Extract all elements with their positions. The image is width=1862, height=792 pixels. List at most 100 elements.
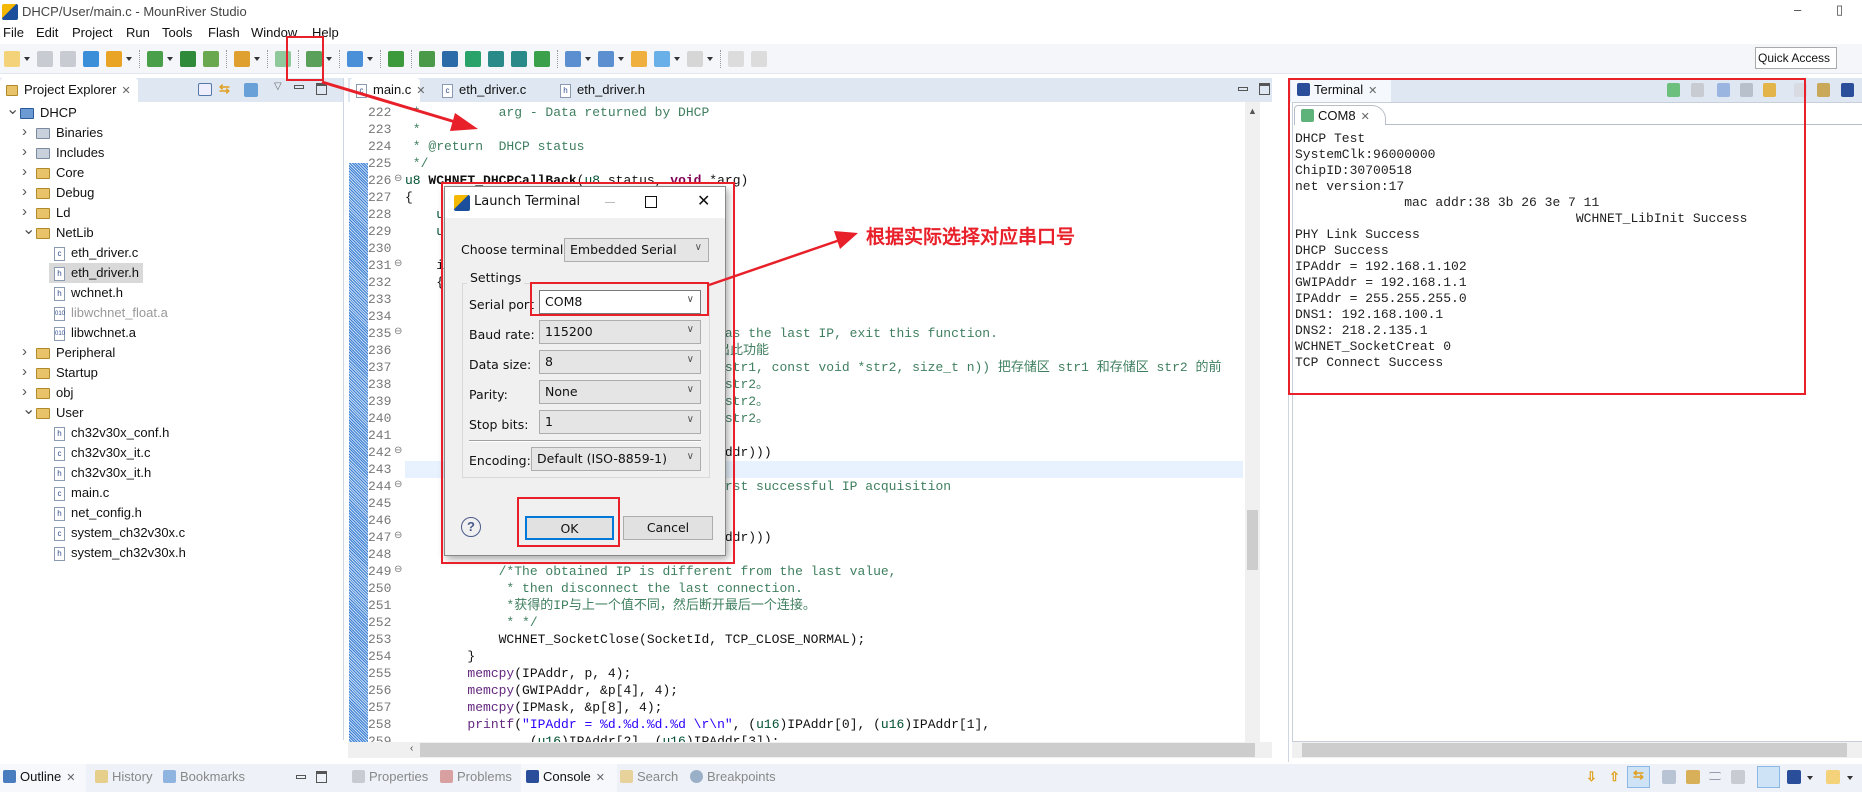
flash-icon[interactable] [234, 50, 250, 67]
tree-item-includes[interactable]: Includes [36, 143, 104, 163]
tree-item-binaries[interactable]: Binaries [36, 123, 103, 143]
chevron-right-icon[interactable]: › [22, 183, 27, 200]
fold-toggle-icon[interactable]: ⊖ [394, 258, 402, 269]
close-icon[interactable]: ✕ [1368, 85, 1377, 97]
view-menu-icon[interactable]: ▽ [274, 81, 282, 92]
chevron-down-icon[interactable]: ⌄ [6, 99, 19, 119]
project-icon[interactable] [83, 50, 99, 67]
layers-icon[interactable] [203, 50, 219, 67]
dialog-maximize-button[interactable] [645, 196, 657, 208]
tree-item-libwchnet-float-a[interactable]: 010 libwchnet_float.a [54, 303, 168, 323]
link-editor-icon[interactable]: ⇆ [219, 81, 230, 97]
build-config-icon[interactable] [106, 50, 122, 67]
debug-bug-icon[interactable] [306, 50, 322, 67]
tab-main-c[interactable]: c main.c ✕ [350, 78, 426, 102]
pin-right-icon[interactable] [751, 50, 767, 67]
minimize-view-icon[interactable] [294, 85, 304, 89]
minimize-editor-icon[interactable] [1238, 87, 1248, 91]
tree-item-eth-driver-c[interactable]: c eth_driver.c [54, 243, 138, 263]
close-icon[interactable]: ✕ [416, 85, 425, 97]
dropdown-icon[interactable] [707, 56, 713, 61]
tree-item-main-c[interactable]: c main.c [54, 483, 109, 503]
dropdown-icon[interactable] [326, 56, 332, 61]
word-wrap-icon[interactable] [1709, 772, 1721, 780]
collapse-all-icon[interactable] [198, 83, 212, 96]
dropdown-icon[interactable] [24, 56, 30, 61]
editor-horizontal-scrollbar[interactable]: ‹ [348, 742, 1272, 758]
close-icon[interactable]: ✕ [596, 772, 605, 784]
dropdown-icon[interactable] [167, 56, 173, 61]
chevron-right-icon[interactable]: › [22, 203, 27, 220]
chevron-right-icon[interactable]: › [22, 143, 27, 160]
dropdown-icon[interactable] [1807, 776, 1813, 780]
dropdown-icon[interactable] [674, 56, 680, 61]
scroll-up-icon[interactable]: ⇧ [1609, 769, 1620, 785]
tree-item-debug[interactable]: Debug [36, 183, 94, 203]
help-file-icon[interactable] [419, 50, 435, 67]
scrollbar-thumb[interactable] [1247, 510, 1258, 570]
search-icon[interactable] [347, 50, 363, 67]
minimize-view-icon[interactable] [296, 775, 306, 779]
maximize-view-icon[interactable] [316, 771, 327, 783]
terminal-output[interactable]: DHCP Test SystemClk:96000000 ChipID:307005… [1290, 127, 1860, 742]
chevron-right-icon[interactable]: › [22, 363, 27, 380]
open-console-icon[interactable] [1826, 770, 1840, 784]
tree-item-libwchnet-a[interactable]: 010 libwchnet.a [54, 323, 136, 343]
chevron-right-icon[interactable]: › [22, 163, 27, 180]
tree-item-dhcp[interactable]: DHCP [20, 103, 77, 123]
open-terminal-icon[interactable] [1667, 83, 1680, 97]
chevron-down-icon[interactable]: ⌄ [22, 399, 35, 419]
chevron-down-icon[interactable]: ⌄ [22, 219, 35, 239]
serial-port-select[interactable]: COM8 ∨ [539, 290, 701, 314]
tab-outline[interactable]: Outline ✕ [3, 769, 75, 784]
parity-select[interactable]: None ∨ [539, 380, 701, 404]
baud-rate-select[interactable]: 115200 ∨ [539, 320, 701, 344]
menu-edit[interactable]: Edit [36, 25, 58, 40]
tab-terminal[interactable]: Terminal ✕ [1291, 78, 1391, 102]
menu-flash[interactable]: Flash [208, 25, 240, 40]
prev-annotation-icon[interactable] [598, 50, 614, 67]
indent-right-icon[interactable] [488, 50, 504, 67]
minimize-button[interactable]: – [1794, 2, 1801, 17]
close-icon[interactable]: ✕ [1361, 111, 1370, 123]
copy-icon[interactable] [1794, 83, 1807, 97]
dropdown-icon[interactable] [367, 56, 373, 61]
tree-item-eth-driver-h[interactable]: h eth_driver.h [49, 263, 143, 283]
build-all-icon[interactable] [180, 50, 196, 67]
paste-icon[interactable] [1817, 83, 1830, 97]
tab-eth-driver-h[interactable]: h eth_driver.h [554, 78, 651, 102]
h-scrollbar-thumb[interactable] [420, 743, 1255, 757]
indent-left-icon[interactable] [511, 50, 527, 67]
fold-toggle-icon[interactable]: ⊖ [394, 173, 402, 184]
tree-item-system-ch32v30x-c[interactable]: c system_ch32v30x.c [54, 523, 185, 543]
disconnect-icon[interactable] [1691, 83, 1704, 97]
display-console-icon[interactable] [1787, 770, 1801, 784]
tab-search[interactable]: Search [620, 769, 678, 784]
dropdown-icon[interactable] [126, 56, 132, 61]
tree-item-wchnet-h[interactable]: h wchnet.h [54, 283, 123, 303]
close-icon[interactable]: ✕ [66, 772, 75, 784]
pin-console-icon[interactable] [1757, 766, 1780, 788]
scroll-lock-icon[interactable] [1717, 83, 1730, 97]
tree-item-startup[interactable]: Startup [36, 363, 98, 383]
save-icon[interactable] [37, 50, 53, 67]
tab-history[interactable]: History [95, 769, 152, 784]
ok-button[interactable]: OK [525, 516, 614, 540]
terminal-horizontal-scrollbar[interactable] [1292, 742, 1862, 758]
fold-toggle-icon[interactable]: ⊖ [394, 326, 402, 337]
tree-item-peripheral[interactable]: Peripheral [36, 343, 115, 363]
tab-eth-driver-c[interactable]: c eth_driver.c [436, 78, 532, 102]
chevron-right-icon[interactable]: › [22, 343, 27, 360]
clear-terminal-icon[interactable] [1740, 83, 1753, 97]
save-console-icon[interactable] [1662, 770, 1676, 784]
console-icon[interactable] [442, 50, 458, 67]
menu-run[interactable]: Run [126, 25, 150, 40]
cancel-button[interactable]: Cancel [623, 516, 713, 540]
data-size-select[interactable]: 8 ∨ [539, 350, 701, 374]
tab-console[interactable]: Console ✕ [526, 769, 605, 784]
menu-project[interactable]: Project [72, 25, 112, 40]
dropdown-icon[interactable] [254, 56, 260, 61]
terminal-settings-icon[interactable] [1841, 83, 1854, 97]
help-icon[interactable]: ? [461, 517, 481, 537]
editor-vertical-scrollbar[interactable]: ▲ [1245, 102, 1260, 742]
